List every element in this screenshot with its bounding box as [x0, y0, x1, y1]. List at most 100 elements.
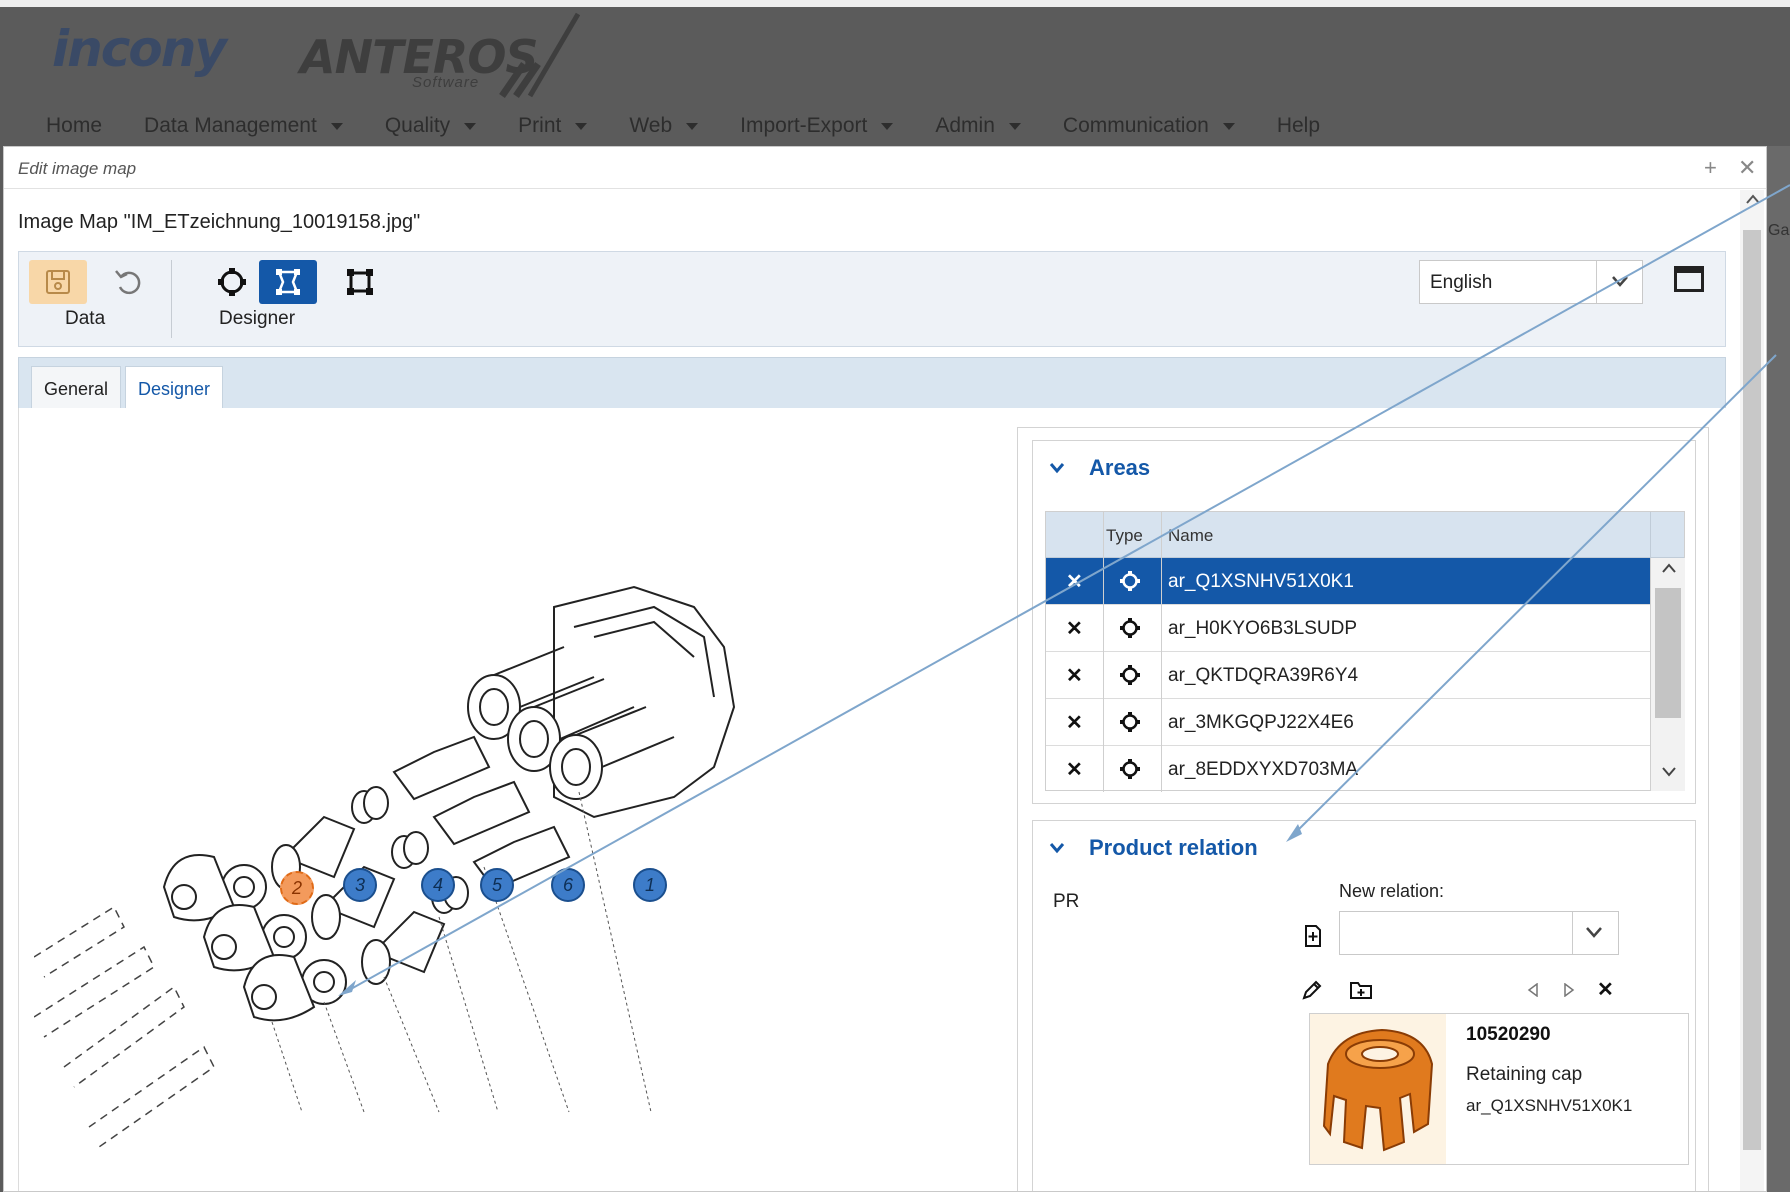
nav-label: Import-Export — [740, 114, 868, 137]
nav-web[interactable]: Web — [629, 114, 699, 138]
area-marker-3[interactable]: 3 — [343, 868, 377, 902]
new-relation-label: New relation: — [1339, 881, 1445, 901]
product-name: Retaining cap — [1466, 1064, 1583, 1085]
maximize-plus-icon[interactable]: + — [1704, 155, 1717, 181]
chevron-down-icon[interactable] — [1610, 271, 1630, 291]
nav-label: Web — [629, 114, 673, 137]
area-marker-4[interactable]: 4 — [421, 868, 455, 902]
designer-tool-button[interactable] — [259, 260, 317, 304]
relation-toolbar: ✕ — [1301, 977, 1621, 1007]
nav-label: Print — [518, 114, 562, 137]
caret-down-icon — [575, 122, 588, 130]
nav-print[interactable]: Print — [518, 114, 588, 138]
areas-header[interactable]: Areas — [1049, 455, 1150, 481]
tab-general[interactable]: General — [31, 366, 122, 411]
delete-icon[interactable]: ✕ — [1066, 569, 1083, 594]
retaining-cap-image — [1310, 1014, 1446, 1164]
circle-target-icon — [218, 268, 246, 296]
next-triangle-icon[interactable] — [1563, 983, 1575, 997]
toolbar-separator — [171, 260, 172, 338]
area-marker-5[interactable]: 5 — [480, 868, 514, 902]
remove-relation-icon[interactable]: ✕ — [1597, 977, 1614, 1002]
caret-down-icon — [686, 122, 699, 130]
nav-import-export[interactable]: Import-Export — [740, 114, 894, 138]
properties-panel: Areas Type Name ✕ ar_Q1XSNHV51X0K1 ✕ ar_… — [1017, 427, 1709, 1191]
delete-icon[interactable]: ✕ — [1066, 757, 1083, 782]
product-card[interactable]: 10520290 Retaining cap ar_Q1XSNHV51X0K1 — [1309, 1013, 1689, 1165]
background-app-fragment: Ga — [1768, 222, 1790, 239]
save-button[interactable] — [29, 260, 87, 304]
column-header-name[interactable]: Name — [1168, 526, 1213, 546]
area-marker-1[interactable]: 1 — [633, 868, 667, 902]
caret-down-icon — [464, 122, 477, 130]
scroll-down-icon[interactable] — [1661, 766, 1677, 778]
add-document-icon[interactable] — [1303, 925, 1323, 947]
area-name: ar_QKTDQRA39R6Y4 — [1168, 665, 1359, 686]
circle-area-icon — [1120, 759, 1140, 779]
nav-home[interactable]: Home — [46, 114, 102, 138]
column-divider — [1161, 512, 1162, 792]
data-group-label: Data — [65, 308, 106, 329]
chevron-down-icon[interactable] — [1049, 840, 1065, 856]
close-icon[interactable]: ✕ — [1738, 155, 1756, 181]
pr-label: PR — [1053, 891, 1080, 912]
area-name: ar_3MKGQPJ22X4E6 — [1168, 712, 1354, 733]
nav-label: Communication — [1062, 114, 1209, 137]
area-marker-2[interactable]: 2 — [280, 871, 314, 905]
nav-label: Admin — [935, 114, 995, 137]
edit-pencil-icon[interactable] — [1301, 979, 1323, 1001]
chevron-down-icon[interactable] — [1584, 922, 1604, 942]
areas-section: Areas Type Name ✕ ar_Q1XSNHV51X0K1 ✕ ar_… — [1032, 440, 1696, 804]
designer-group-label: Designer — [219, 308, 296, 329]
area-marker-6[interactable]: 6 — [551, 868, 585, 902]
nav-data-management[interactable]: Data Management — [144, 114, 343, 138]
window-icon[interactable] — [1674, 266, 1704, 292]
chevron-down-icon[interactable] — [1049, 460, 1065, 476]
delete-icon[interactable]: ✕ — [1066, 663, 1083, 688]
area-name: ar_H0KYO6B3LSUDP — [1168, 618, 1358, 639]
add-folder-icon[interactable] — [1349, 979, 1373, 1001]
tab-designer[interactable]: Designer — [125, 366, 224, 411]
delete-icon[interactable]: ✕ — [1066, 710, 1083, 735]
circle-area-icon — [1120, 665, 1140, 685]
scrollbar-thumb[interactable] — [1743, 230, 1761, 1150]
undo-button[interactable] — [99, 260, 157, 304]
select-divider — [1596, 261, 1597, 303]
table-row[interactable]: ✕ ar_3MKGQPJ22X4E6 — [1046, 699, 1650, 746]
column-header-type[interactable]: Type — [1106, 526, 1143, 546]
rectangle-area-tool-button[interactable] — [331, 260, 389, 304]
select-divider — [1572, 912, 1573, 954]
dialog-scrollbar[interactable] — [1740, 190, 1764, 1191]
designer-icon — [276, 269, 300, 295]
caret-down-icon — [1222, 122, 1235, 130]
nav-help[interactable]: Help — [1277, 114, 1320, 138]
language-select[interactable]: English — [1419, 260, 1643, 304]
dialog-titlebar: Edit image map + ✕ — [4, 147, 1766, 189]
nav-admin[interactable]: Admin — [935, 114, 1021, 138]
caret-down-icon — [330, 122, 343, 130]
table-row[interactable]: ✕ ar_Q1XSNHV51X0K1 — [1046, 558, 1650, 605]
nav-quality[interactable]: Quality — [385, 114, 477, 138]
table-row[interactable]: ✕ ar_8EDDXYXD703MA — [1046, 746, 1650, 793]
dialog-title: Edit image map — [18, 159, 137, 178]
circle-area-icon — [1120, 712, 1140, 732]
scroll-up-icon[interactable] — [1661, 562, 1677, 574]
anteros-logo-sub: Software — [412, 74, 480, 91]
table-row[interactable]: ✕ ar_H0KYO6B3LSUDP — [1046, 605, 1650, 652]
product-relation-header[interactable]: Product relation — [1049, 835, 1258, 861]
edit-image-map-dialog: Edit image map + ✕ Image Map "IM_ETzeich… — [3, 146, 1767, 1192]
table-scrollbar[interactable] — [1650, 558, 1685, 791]
nav-label: Help — [1276, 114, 1321, 137]
undo-icon — [115, 270, 141, 295]
nav-label: Home — [46, 114, 103, 137]
circle-area-tool-button[interactable] — [203, 260, 261, 304]
new-relation-select[interactable] — [1339, 911, 1619, 955]
scroll-up-icon[interactable] — [1746, 194, 1760, 204]
table-row[interactable]: ✕ ar_QKTDQRA39R6Y4 — [1046, 652, 1650, 699]
scrollbar-thumb[interactable] — [1655, 588, 1681, 718]
previous-triangle-icon[interactable] — [1527, 983, 1539, 997]
nav-communication[interactable]: Communication — [1063, 114, 1235, 138]
delete-icon[interactable]: ✕ — [1066, 616, 1083, 641]
table-header: Type Name — [1046, 512, 1684, 558]
caret-down-icon — [881, 122, 894, 130]
